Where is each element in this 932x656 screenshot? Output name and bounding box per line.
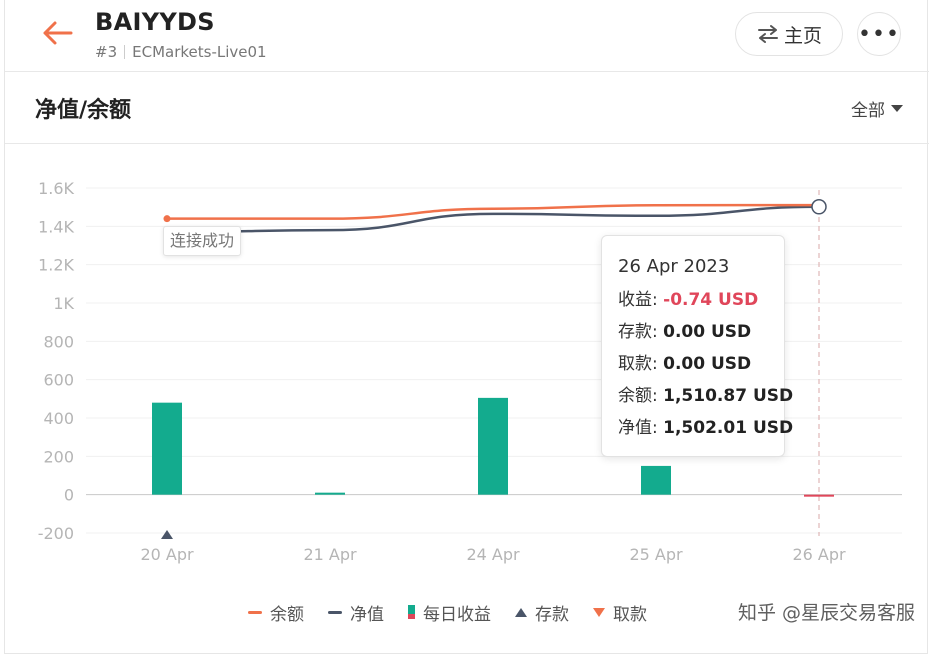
watermark: 知乎 @星辰交易客服 [738,602,916,624]
y-tick-label: 1.4K [38,217,74,236]
tooltip-withdraw-row: 取款: 0.00 USD [618,348,784,380]
y-tick-label: 800 [43,332,74,351]
legend-line-swatch [248,610,262,614]
y-tick-label: 600 [43,371,74,390]
tooltip-deposit-label: 存款: [618,322,658,342]
tooltip-withdraw-value: 0.00 USD [663,354,752,374]
tooltip-balance-row: 余额: 1,510.87 USD [618,380,793,412]
triangle-down-icon [593,607,605,617]
legend-line-swatch [328,610,342,614]
x-tick-label: 21 Apr [303,545,357,564]
tooltip-profit-value: -0.74 USD [663,290,759,310]
legend-equity-label: 净值 [350,604,384,625]
y-tick-label: 1.2K [38,256,74,275]
legend-balance-label: 余额 [270,604,304,625]
y-tick-label: 1K [53,294,74,313]
y-tick-label: 0 [64,486,74,505]
daily-profit-bar [641,465,671,495]
chart-tooltip: 26 Apr 2023 收益: -0.74 USD 存款: 0.00 USD 取… [601,235,793,457]
tooltip-profit-label: 收益: [618,290,658,310]
equity-balance-chart[interactable]: 1.6K 1.4K 1.2K 1K 800 600 400 200 0 -200 20 Apr 21 … [0,0,932,600]
tooltip-date: 26 Apr 2023 [618,256,730,277]
legend-equity[interactable]: 净值 [328,600,384,625]
tooltip-deposit-value: 0.00 USD [663,322,752,342]
tooltip-equity-value: 1,502.01 USD [663,418,794,438]
hovered-point [811,199,827,215]
tooltip-balance-value: 1,510.87 USD [663,386,794,406]
x-tick-label: 25 Apr [629,545,683,564]
y-tick-label: 200 [43,447,74,466]
annotation-connected: 连接成功 [163,226,242,256]
triangle-up-icon [515,607,527,617]
tooltip-equity-label: 净值: [618,418,658,438]
x-tick-label: 26 Apr [792,545,846,564]
y-tick-label: 1.6K [38,179,74,198]
tooltip-equity-row: 净值: 1,502.01 USD [618,412,793,444]
legend-deposit[interactable]: 存款 [515,600,569,625]
tooltip-withdraw-label: 取款: [618,354,658,374]
daily-profit-bar [152,402,182,495]
tooltip-deposit-row: 存款: 0.00 USD [618,316,784,348]
legend-daily-profit[interactable]: 每日收益 [408,600,491,625]
tooltip-profit-row: 收益: -0.74 USD [618,284,784,316]
legend-withdraw-label: 取款 [613,604,647,625]
legend-withdraw[interactable]: 取款 [593,600,647,625]
legend-daily-profit-label: 每日收益 [423,604,491,625]
legend-balance[interactable]: 余额 [248,600,304,625]
daily-profit-bar [315,492,345,495]
x-tick-label: 24 Apr [466,545,520,564]
x-tick-label: 20 Apr [140,545,194,564]
legend-bar-swatch [408,605,415,619]
chart-legend: 余额 净值 每日收益 存款 取款 [248,598,647,626]
tooltip-balance-label: 余额: [618,386,658,406]
legend-deposit-label: 存款 [535,604,569,625]
y-tick-label: -200 [38,524,74,543]
daily-profit-bar [804,494,834,497]
daily-profit-bar [478,397,508,495]
deposit-marker [161,530,173,539]
balance-start-point [163,215,171,223]
y-tick-label: 400 [43,409,74,428]
